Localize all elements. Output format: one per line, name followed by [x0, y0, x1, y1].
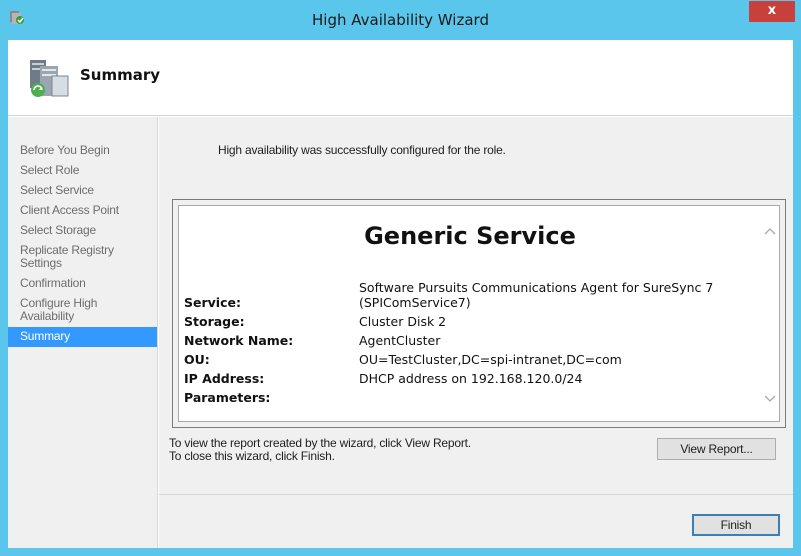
footer-divider	[159, 494, 793, 495]
step-select-service[interactable]: Select Service	[8, 181, 157, 201]
report-frame: Generic Service Service: Software Pursui…	[172, 199, 786, 428]
summary-content: High availability was successfully confi…	[159, 117, 793, 548]
steps-navigation: Before You Begin Select Role Select Serv…	[8, 117, 158, 548]
window-title: High Availability Wizard	[312, 11, 489, 29]
report-table: Service: Software Pursuits Communication…	[184, 276, 769, 405]
report-title: Generic Service	[364, 222, 576, 250]
view-report-button[interactable]: View Report...	[657, 438, 776, 460]
wizard-header: Summary	[8, 40, 793, 116]
report-value	[359, 386, 769, 405]
cluster-server-icon	[30, 60, 69, 97]
instruction-finish: To close this wizard, click Finish.	[169, 449, 335, 463]
report-value: AgentCluster	[359, 333, 441, 348]
step-before-you-begin[interactable]: Before You Begin	[8, 141, 157, 161]
scroll-up-icon[interactable]	[763, 224, 777, 238]
report-key: OU:	[184, 352, 210, 367]
step-confirmation[interactable]: Confirmation	[8, 274, 157, 294]
step-summary[interactable]: Summary	[8, 327, 157, 347]
report-row: Service: Software Pursuits Communication…	[184, 276, 769, 310]
success-message: High availability was successfully confi…	[218, 143, 506, 157]
step-select-role[interactable]: Select Role	[8, 161, 157, 181]
wizard-client: Summary Before You Begin Select Role Sel…	[8, 40, 793, 548]
step-client-access-point[interactable]: Client Access Point	[8, 201, 157, 221]
report-row: OU: OU=TestCluster,DC=spi-intranet,DC=co…	[184, 348, 769, 367]
report-value: Software Pursuits Communications Agent f…	[359, 280, 714, 310]
wizard-window: High Availability Wizard x Summary Befor…	[0, 0, 801, 556]
report-key: Parameters:	[184, 390, 271, 405]
report-row: Network Name: AgentCluster	[184, 329, 769, 348]
instructions: To view the report created by the wizard…	[169, 437, 471, 463]
report-key: IP Address:	[184, 371, 265, 386]
report-key: Network Name:	[184, 333, 294, 348]
report-row: Storage: Cluster Disk 2	[184, 310, 769, 329]
scroll-down-icon[interactable]	[763, 392, 777, 406]
report-value: Cluster Disk 2	[359, 314, 447, 329]
report-row: IP Address: DHCP address on 192.168.120.…	[184, 367, 769, 386]
page-title: Summary	[80, 66, 161, 84]
step-replicate-registry-settings[interactable]: Replicate Registry Settings	[8, 241, 157, 274]
close-button[interactable]: x	[749, 1, 795, 22]
title-bar[interactable]: High Availability Wizard x	[0, 0, 801, 40]
report-key: Service:	[184, 295, 241, 310]
report-scrollbar[interactable]	[761, 206, 779, 421]
step-configure-high-availability[interactable]: Configure High Availability	[8, 294, 157, 327]
report-value: OU=TestCluster,DC=spi-intranet,DC=com	[359, 352, 622, 367]
step-select-storage[interactable]: Select Storage	[8, 221, 157, 241]
finish-button[interactable]: Finish	[692, 514, 780, 536]
report-key: Storage:	[184, 314, 245, 329]
report-value: DHCP address on 192.168.120.0/24	[359, 371, 583, 386]
report-row: Parameters:	[184, 386, 769, 405]
report-viewer[interactable]: Generic Service Service: Software Pursui…	[178, 205, 780, 422]
